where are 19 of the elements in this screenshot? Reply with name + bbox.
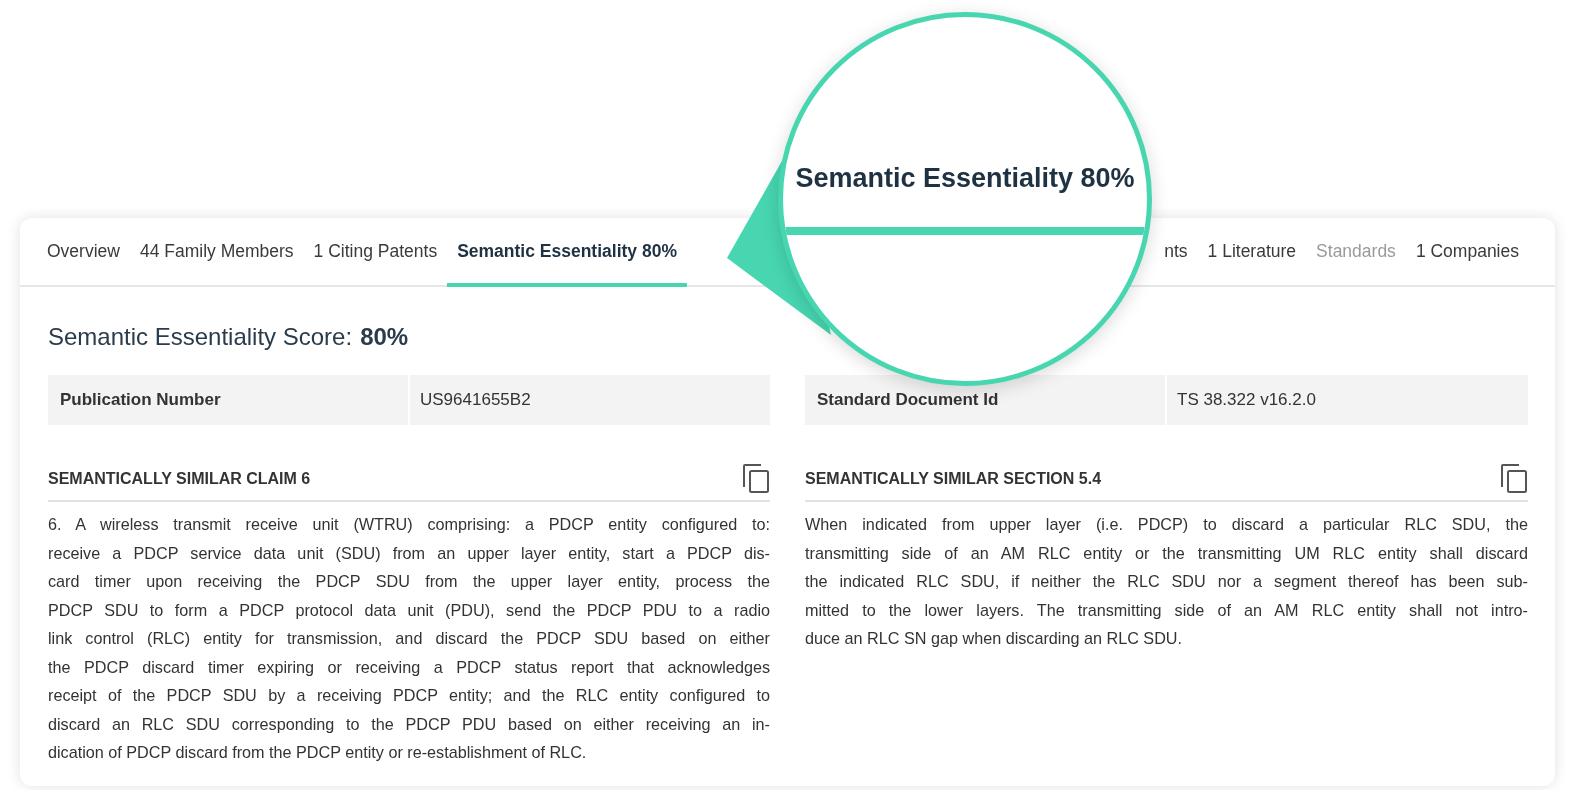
tab[interactable]: Overview [37,218,130,287]
tab[interactable]: 1 Citing Patents [303,218,448,287]
field-value: US9641655B2 [410,375,770,425]
section-title: SEMANTICALLY SIMILAR CLAIM 6 [48,469,311,488]
magnified-tab-label: Semantic Essentiality 80% [795,163,1135,194]
tab[interactable]: 1 Companies [1405,218,1529,287]
section-text: 6. A wireless transmit receive unit (WTRU) comprising: a PDCP entity configured to: receive a PDCP service data unit (SDU) from an upper layer entity, start a PDCP dis- card timer upon receiving the PDCP SDU from the upper layer entity, process the PDCP SDU to form a PDCP protocol data unit (PDU), send the PDCP PDU to a radio link control (RLC) entity for transmission, and discard the PDCP SDU based on either the PDCP discard timer expiring or receiving a PDCP status report that acknowledges receipt of the PDCP SDU by a receiving PDCP entity; and the RLC entity configured to discard an RLC SDU corresponding to the PDCP PDU based on either receiving an in- dication of PDCP discard from the PDCP entity or re-establishment of RLC. [48,514,770,763]
field-label: Publication Number [48,375,408,425]
tab[interactable]: Semantic Essentiality 80% [447,218,687,287]
tab[interactable]: 1 Literature [1197,218,1307,287]
field-value: TS 38.322 v16.2.0 [1167,375,1528,425]
tab[interactable]: 44 Family Members [129,218,304,287]
section-title: SEMANTICALLY SIMILAR SECTION 5.4 [805,469,1102,488]
copy-icon[interactable] [742,463,770,494]
section-text: When indicated from upper layer (i.e. PDCP) to discard a particular RLC SDU, the transmitting side of an AM RLC entity or the transmitting UM RLC entity shall discard the indicated RLC SDU, if neither the RLC SDU nor a segment thereof has been sub- mitted to the lower layers. The transmitting side of an AM RLC entity shall not intro- duce an RLC SN gap when discarding an RLC SDU. [805,514,1528,649]
score-heading: Semantic Essentiality Score: 80% [48,322,410,352]
tab[interactable]: nts [1154,218,1198,287]
copy-icon[interactable] [1500,463,1528,494]
field-label: Standard Document Id [805,375,1165,425]
